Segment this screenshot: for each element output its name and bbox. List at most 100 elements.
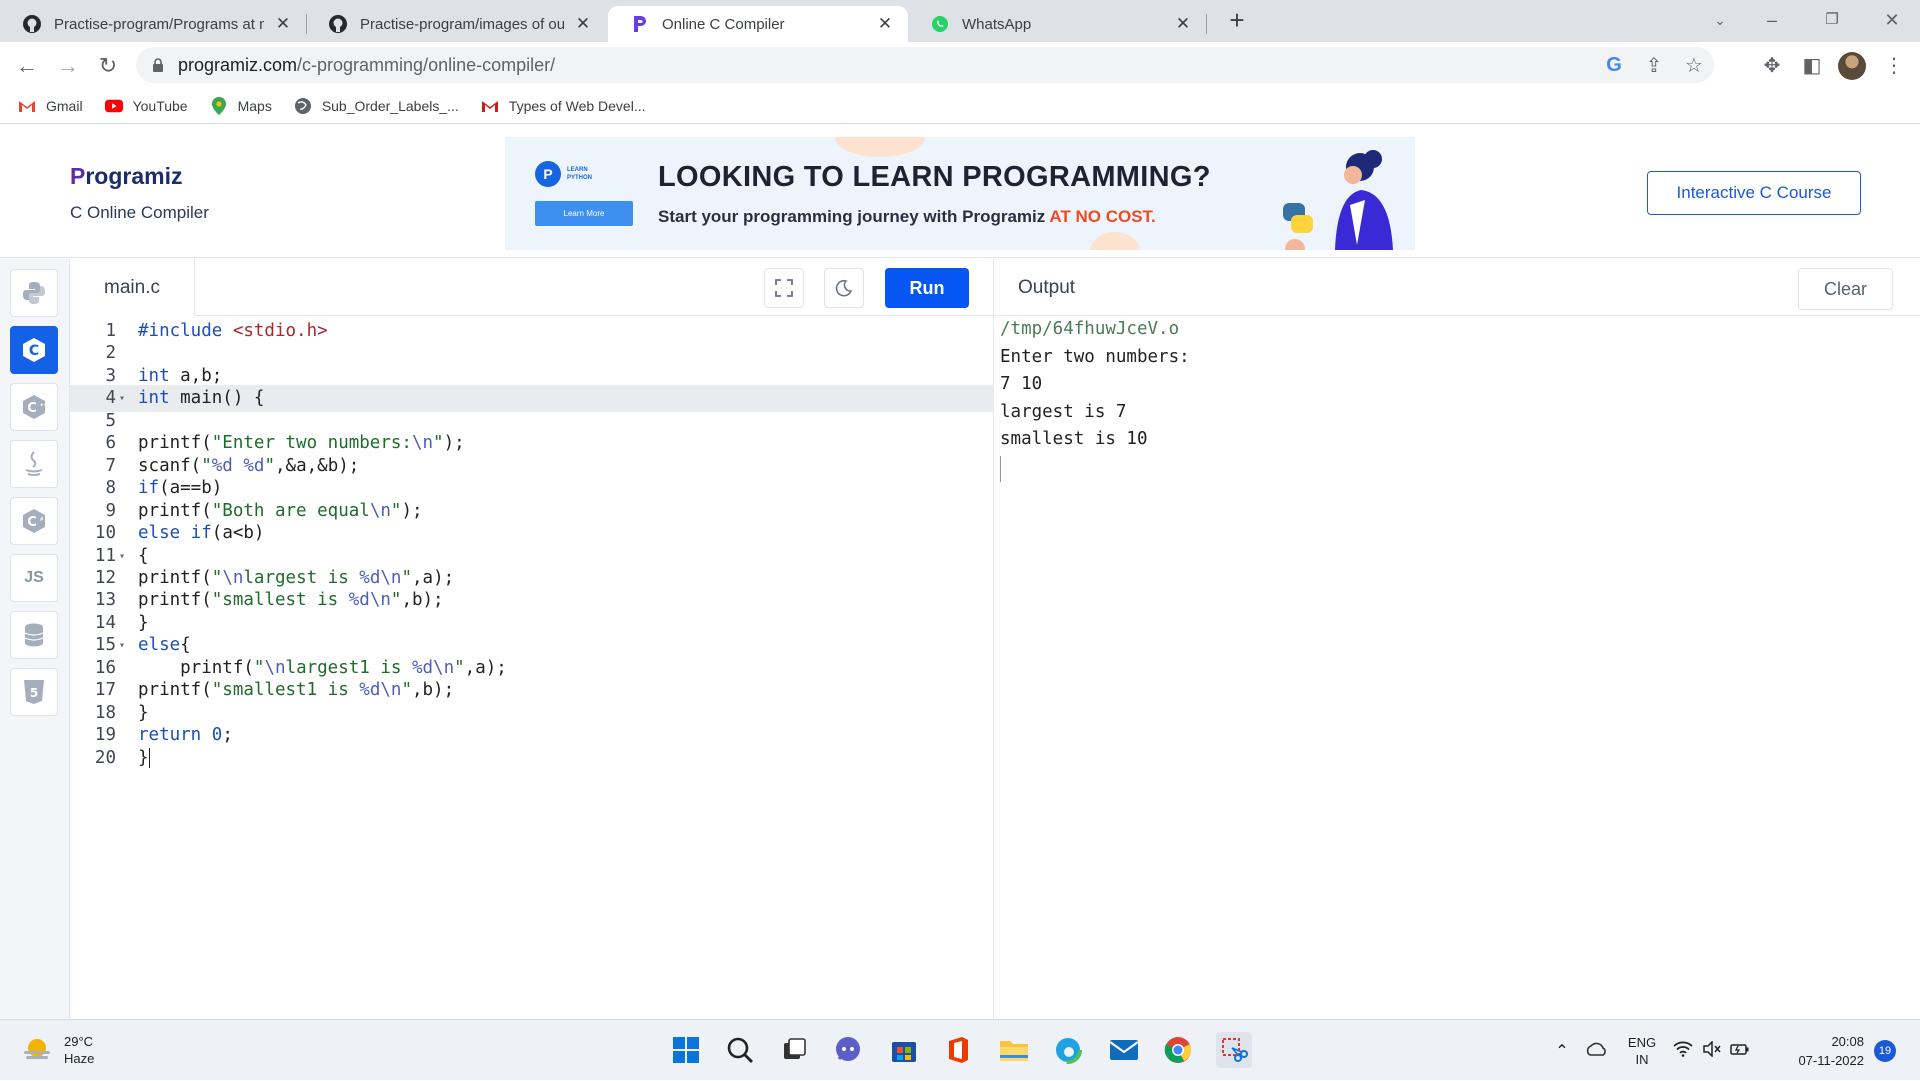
html-icon[interactable]: 5 [10, 668, 58, 716]
clock[interactable]: 20:08 07-11-2022 [1784, 1032, 1864, 1070]
language-code: ENG [1627, 1034, 1657, 1050]
side-panel-icon[interactable]: ◧ [1796, 50, 1828, 82]
task-view-icon[interactable] [776, 1032, 812, 1068]
programiz-logo[interactable]: Programiz [70, 163, 182, 190]
url-text: programiz.com/c-programming/online-compi… [178, 55, 555, 76]
profile-avatar[interactable] [1838, 52, 1866, 80]
close-icon[interactable]: ✕ [1174, 14, 1192, 34]
globe-icon [294, 97, 312, 115]
tab-title: Online C Compiler [662, 15, 785, 33]
menu-icon[interactable]: ⋮ [1878, 50, 1910, 82]
tab-strip: Practise-program/Programs at m ✕ Practis… [0, 0, 1920, 42]
svg-text:++: ++ [40, 403, 48, 409]
output-console[interactable]: /tmp/64fhuwJceV.o Enter two numbers: 7 10 l… [1000, 316, 1190, 482]
url-path: /c-programming/online-compiler/ [297, 54, 556, 75]
logo-letter: P [70, 163, 86, 189]
share-icon[interactable]: ⇪ [1634, 53, 1674, 78]
python-icon[interactable] [10, 269, 58, 317]
learn-more-button[interactable]: Learn More [535, 201, 633, 226]
region-code: IN [1635, 1051, 1649, 1067]
fullscreen-icon[interactable] [764, 268, 804, 308]
star-icon[interactable]: ☆ [1674, 53, 1714, 78]
ad-banner[interactable]: P LEARN PYTHON Learn More LOOKING TO LEAR… [505, 137, 1415, 250]
close-window-button[interactable]: ✕ [1872, 6, 1912, 36]
code-line[interactable]: 20} [70, 745, 994, 772]
volume-muted-icon[interactable] [1698, 1040, 1726, 1060]
output-cursor [1000, 455, 1001, 482]
page-subtitle: C Online Compiler [70, 203, 209, 222]
programiz-icon [630, 14, 650, 34]
bookmark-types-of-web-devel[interactable]: Types of Web Devel... [481, 97, 646, 115]
system-tray: ⌃ ENG IN [1548, 1020, 1754, 1081]
run-button[interactable]: Run [885, 268, 969, 308]
restore-button[interactable]: ❐ [1812, 6, 1852, 36]
editor-toolbar: main.c Run [70, 259, 994, 316]
bookmark-label: Gmail [46, 98, 83, 114]
tab-search-icon[interactable]: ⌄ [1700, 6, 1740, 36]
input-language-indicator[interactable]: ENG IN [1616, 1034, 1668, 1068]
battery-icon[interactable] [1726, 1041, 1754, 1060]
banner-headline: LOOKING TO LEARN PROGRAMMING? [658, 161, 1211, 193]
back-button[interactable]: ← [11, 50, 43, 82]
bookmark-youtube[interactable]: YouTube [104, 97, 188, 115]
tab-online-c-compiler[interactable]: Online C Compiler ✕ [608, 6, 908, 42]
edge-icon[interactable] [1050, 1032, 1086, 1068]
forward-button[interactable]: → [52, 50, 84, 82]
search-icon[interactable] [722, 1032, 758, 1068]
output-line: /tmp/64fhuwJceV.o [1000, 319, 1180, 339]
c-icon[interactable]: C [10, 326, 58, 374]
minimize-button[interactable]: – [1752, 6, 1792, 36]
decorative-shape [835, 137, 925, 157]
line-number: 20 [94, 747, 116, 768]
tab-title: WhatsApp [962, 15, 1032, 33]
svg-text:5: 5 [30, 686, 38, 700]
svg-text:C: C [27, 515, 37, 530]
bookmarks-bar: Gmail YouTube Maps Sub_Order_Labels_... … [0, 89, 1920, 124]
reload-button[interactable]: ↻ [92, 50, 124, 82]
clear-button[interactable]: Clear [1798, 268, 1893, 310]
dark-mode-icon[interactable] [824, 268, 864, 308]
windows-start-icon[interactable] [668, 1032, 704, 1068]
mail-icon[interactable] [1106, 1032, 1142, 1068]
lock-icon [153, 58, 163, 72]
whatsapp-icon [930, 14, 950, 34]
onedrive-icon[interactable] [1576, 1041, 1616, 1060]
wifi-icon[interactable] [1668, 1041, 1698, 1060]
office-icon[interactable] [940, 1032, 976, 1068]
output-title: Output [1018, 277, 1076, 298]
google-translate-icon[interactable]: G [1594, 54, 1634, 77]
tab-github-images[interactable]: Practise-program/images of outp ✕ [306, 6, 606, 42]
show-hidden-icons-icon[interactable]: ⌃ [1548, 1041, 1576, 1061]
bookmark-sub-order-labels[interactable]: Sub_Order_Labels_... [294, 97, 459, 115]
cpp-icon[interactable]: C ++ [10, 383, 58, 431]
close-icon[interactable]: ✕ [574, 14, 592, 34]
bookmark-maps[interactable]: Maps [210, 97, 272, 115]
close-icon[interactable]: ✕ [274, 14, 292, 34]
microsoft-store-icon[interactable] [886, 1032, 922, 1068]
file-tab-main-c[interactable]: main.c [70, 259, 195, 316]
address-bar[interactable]: programiz.com/c-programming/online-compi… [136, 47, 1714, 83]
snipping-tool-icon[interactable] [1216, 1032, 1252, 1068]
close-icon[interactable]: ✕ [876, 14, 894, 34]
new-tab-button[interactable]: + [1222, 6, 1252, 36]
extensions-icon[interactable]: ✥ [1756, 50, 1788, 82]
weather-widget[interactable]: 29°C Haze [22, 1033, 94, 1067]
interactive-c-course-button[interactable]: Interactive C Course [1647, 171, 1861, 215]
file-explorer-icon[interactable] [996, 1032, 1032, 1068]
github-icon [22, 14, 42, 34]
csharp-icon[interactable]: C # [10, 497, 58, 545]
banner-tagline: Start your programming journey with Prog… [658, 207, 1156, 227]
teams-chat-icon[interactable] [830, 1032, 866, 1068]
output-header: Output Clear [994, 259, 1920, 316]
code-area[interactable]: 1 #include <stdio.h> 2 3 int a,b; 4 ▾ int main(… [70, 316, 994, 1019]
chrome-icon[interactable] [1160, 1032, 1196, 1068]
notification-badge[interactable]: 19 [1874, 1040, 1896, 1062]
js-icon[interactable]: JS [10, 554, 58, 602]
tab-github-programs[interactable]: Practise-program/Programs at m ✕ [0, 6, 306, 42]
decorative-shape [1090, 232, 1140, 250]
tab-whatsapp[interactable]: WhatsApp ✕ [908, 6, 1206, 42]
bookmark-gmail[interactable]: Gmail [18, 97, 83, 115]
sql-icon[interactable] [10, 611, 58, 659]
java-icon[interactable] [10, 440, 58, 488]
temperature: 29°C [64, 1034, 94, 1049]
